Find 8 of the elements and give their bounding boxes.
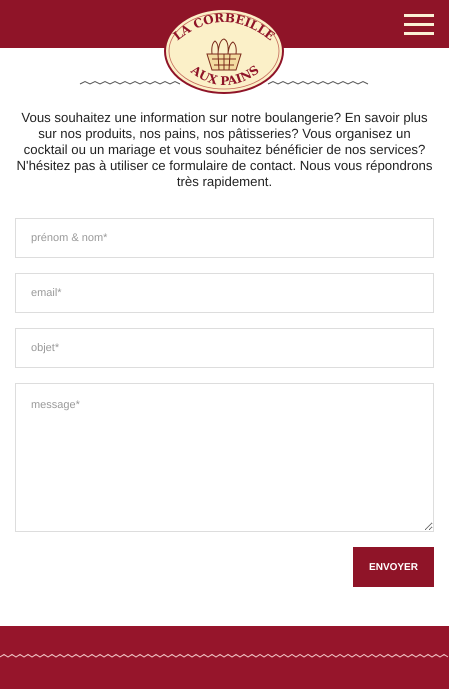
input-field[interactable]: email* [15,273,434,313]
intro-paragraph: Vous souhaitez une information sur notre boulangerie? En savoir plus sur nos produits, nos pains, nos pâtisseries? Vous organisez un cocktail ou un mariage et vous souhaitez bénéficier de nos services? N'hésitez pas à utiliser ce formulaire de contact. Nous vous répondrons très rapidement. [16,110,434,190]
menu-icon[interactable] [404,14,434,35]
input-field[interactable]: prénom & nom* [15,218,434,258]
logo-text: AUX PAINS [188,62,262,88]
input-field[interactable]: objet* [15,328,434,368]
message-field[interactable]: message* [15,383,434,532]
send-button[interactable]: ENVOYER [353,547,434,587]
